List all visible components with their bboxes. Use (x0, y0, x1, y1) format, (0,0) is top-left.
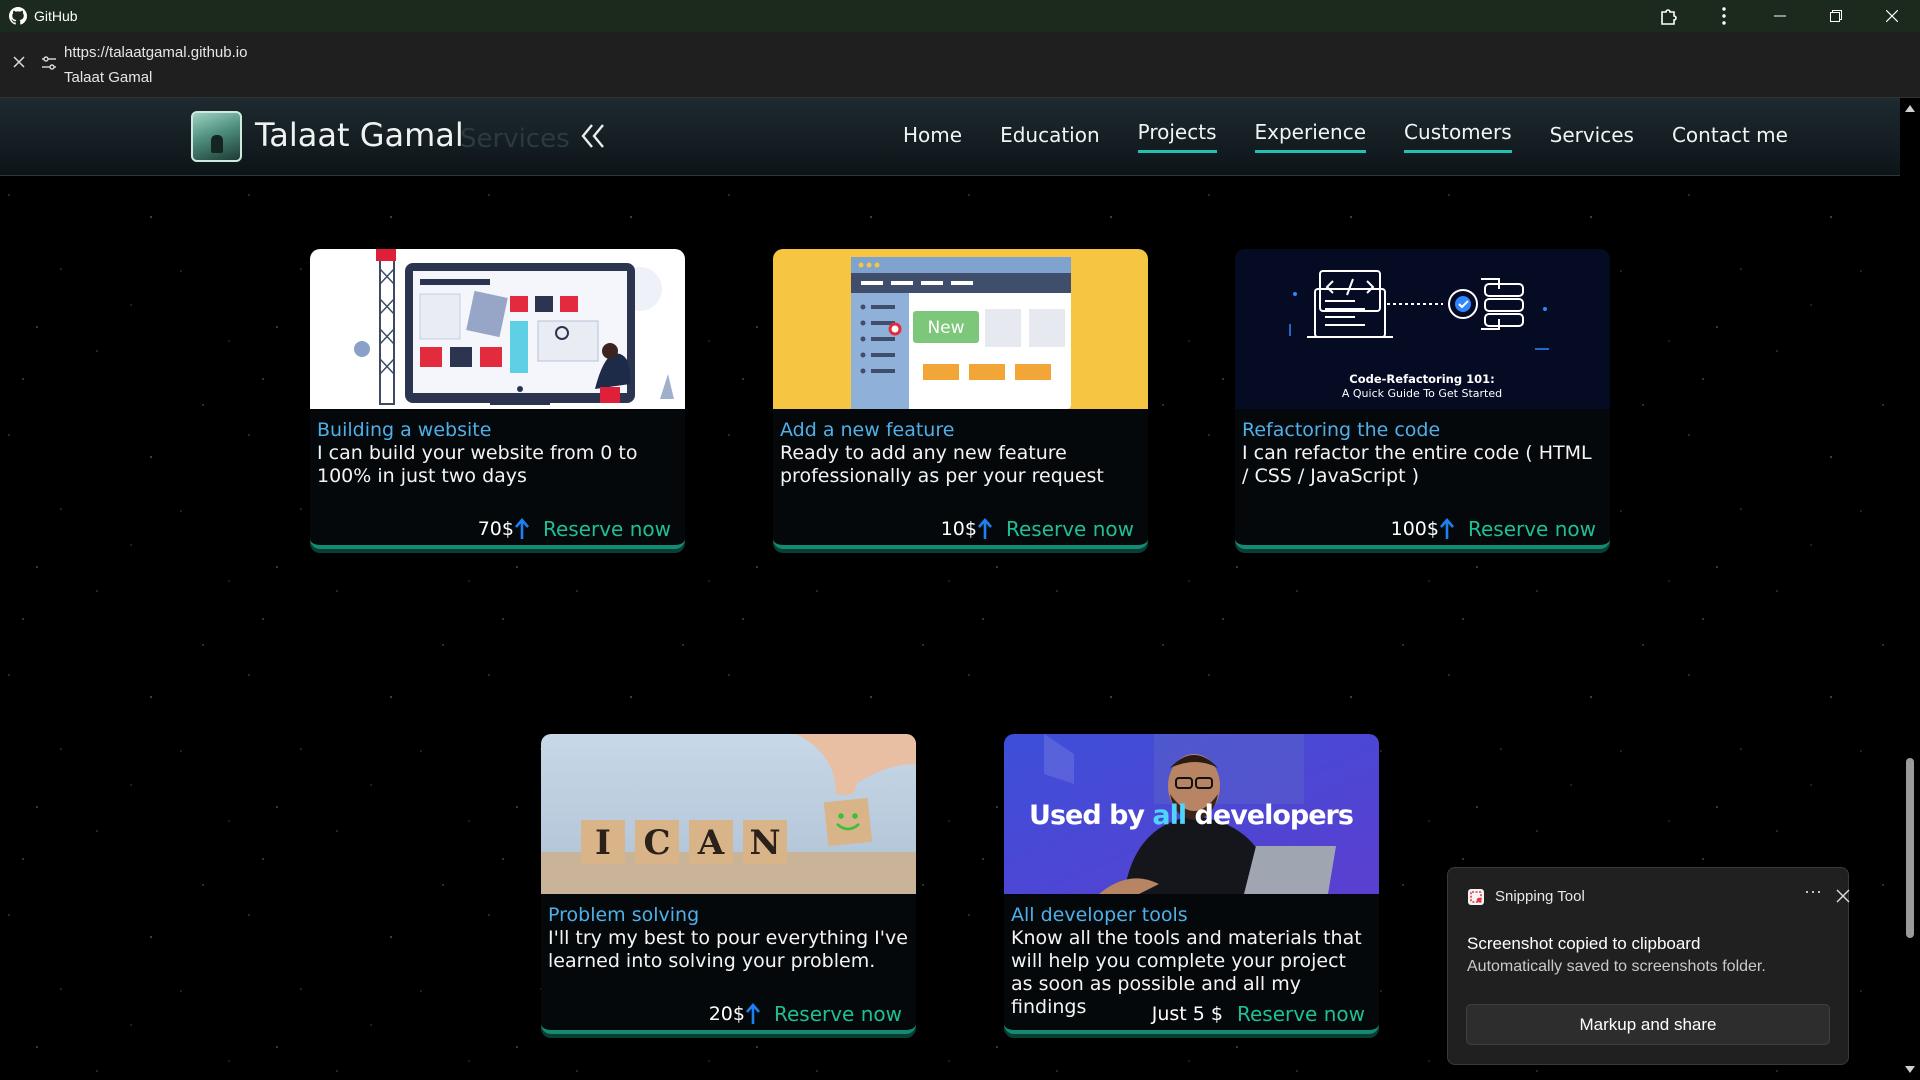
service-card-refactoring: Code-Refactoring 101: A Quick Guide To G… (1235, 249, 1610, 549)
nav-customers[interactable]: Customers (1404, 116, 1512, 153)
markup-and-share-button[interactable]: Markup and share (1466, 1004, 1830, 1045)
window-controls (1640, 0, 1920, 32)
double-chevron-left-icon[interactable] (580, 122, 606, 150)
service-card-developer-tools: Used by all developers All developer too… (1004, 734, 1379, 1034)
puzzle-icon (1661, 9, 1677, 25)
arrow-up-icon (977, 518, 992, 539)
scrollbar-thumb[interactable] (1906, 758, 1914, 938)
photo-caption-part2: developers (1186, 800, 1353, 831)
arrow-up-icon (1439, 518, 1454, 539)
card-title: Problem solving (548, 904, 700, 926)
extensions-button[interactable] (1640, 0, 1696, 32)
app-name: GitHub (34, 8, 78, 24)
more-options-button[interactable] (1696, 0, 1752, 32)
reserve-now-link[interactable]: Reserve now (774, 1002, 902, 1026)
card-footer: 100$ Reserve now (1391, 517, 1596, 541)
avatar[interactable] (191, 111, 242, 162)
card-title: All developer tools (1011, 904, 1188, 926)
block-letter: A (697, 823, 725, 863)
card-description: I'll try my best to pour everything I've… (548, 927, 908, 972)
close-icon[interactable] (11, 54, 27, 70)
card-footer: 20$ Reserve now (709, 1002, 902, 1026)
github-icon (9, 7, 27, 25)
nav-contact[interactable]: Contact me (1672, 119, 1788, 156)
restore-icon (1830, 10, 1842, 22)
main-nav: Home Education Projects Experience Custo… (903, 98, 1826, 176)
photo-caption-part1: Used by (1029, 800, 1152, 831)
close-icon (1886, 10, 1898, 22)
card-title: Refactoring the code (1242, 419, 1441, 441)
nav-home[interactable]: Home (903, 119, 962, 156)
graphic-heading: Code-Refactoring 101: (1349, 372, 1494, 386)
snipping-tool-icon (1468, 889, 1484, 905)
url-text[interactable]: https://talaatgamal.github.io (64, 44, 247, 61)
svg-text:Used by all developers: Used by all developers (1029, 800, 1353, 831)
scroll-up-icon[interactable] (1905, 104, 1915, 112)
new-badge-text: New (927, 318, 964, 338)
restore-button[interactable] (1808, 0, 1864, 32)
nav-education[interactable]: Education (1000, 119, 1100, 156)
window-titlebar: GitHub (0, 0, 1920, 32)
website-builder-illustration (310, 249, 685, 409)
arrow-up-icon (514, 518, 529, 539)
more-options-icon[interactable]: ··· (1804, 881, 1822, 902)
reserve-now-link[interactable]: Reserve now (1468, 517, 1596, 541)
notification-detail: Automatically saved to screenshots folde… (1467, 958, 1766, 975)
card-footer: 10$ Reserve now (941, 517, 1134, 541)
code-refactoring-graphic: Code-Refactoring 101: A Quick Guide To G… (1235, 249, 1610, 409)
minimize-icon (1774, 15, 1786, 17)
reserve-now-link[interactable]: Reserve now (543, 517, 671, 541)
card-title: Add a new feature (780, 419, 955, 441)
notification-app-name: Snipping Tool (1495, 888, 1585, 905)
close-window-button[interactable] (1864, 0, 1920, 32)
card-price: 20$ (708, 1003, 745, 1025)
site-settings-icon[interactable] (40, 54, 58, 72)
close-icon[interactable] (1836, 889, 1850, 903)
reserve-now-link[interactable]: Reserve now (1006, 517, 1134, 541)
service-card-website: Building a website I can build your webs… (310, 249, 685, 549)
nav-projects[interactable]: Projects (1137, 116, 1217, 153)
developer-photo: Used by all developers (1004, 734, 1379, 894)
card-price: 70$ (477, 518, 514, 540)
snipping-tool-notification: Snipping Tool ··· Screenshot copied to c… (1447, 867, 1850, 1065)
service-card-feature: New Add a new feature Ready to add any n… (773, 249, 1148, 549)
nav-experience[interactable]: Experience (1254, 116, 1367, 153)
card-footer: 70$ Reserve now (478, 517, 671, 541)
service-card-problem-solving: I C A N Problem solving I'll try my best… (541, 734, 916, 1034)
site-header: Talaat Gamal Services Home Education Pro… (0, 98, 1900, 176)
card-footer: Just 5 $ Reserve now (1151, 1002, 1365, 1026)
vertical-dots-icon (1722, 7, 1726, 25)
card-price: 100$ (1390, 518, 1439, 540)
card-price: 10$ (940, 518, 977, 540)
brand-name[interactable]: Talaat Gamal (255, 116, 464, 154)
block-letter: C (643, 823, 670, 863)
arrow-up-icon (745, 1003, 760, 1024)
card-price: Just 5 $ (1151, 1003, 1223, 1025)
notification-message: Screenshot copied to clipboard (1467, 934, 1701, 953)
nav-services[interactable]: Services (1550, 119, 1634, 156)
new-feature-illustration: New (773, 249, 1148, 409)
minimize-button[interactable] (1752, 0, 1808, 32)
card-description: I can build your website from 0 to 100% … (317, 442, 638, 487)
block-letter: I (595, 823, 611, 863)
card-description: Ready to add any new feature professiona… (780, 442, 1104, 487)
photo-caption-highlight: all (1152, 800, 1186, 831)
graphic-subheading: A Quick Guide To Get Started (1342, 387, 1502, 400)
scroll-down-icon[interactable] (1905, 1066, 1915, 1074)
section-ghost-label: Services (460, 124, 570, 154)
i-can-blocks-photo: I C A N (541, 734, 916, 894)
address-bar: https://talaatgamal.github.io Talaat Gam… (0, 32, 1920, 98)
card-description: I can refactor the entire code ( HTML / … (1242, 442, 1592, 487)
card-title: Building a website (317, 419, 492, 441)
page-title: Talaat Gamal (64, 69, 153, 86)
page-scrollbar[interactable] (1900, 98, 1920, 1080)
block-letter: N (749, 823, 780, 863)
reserve-now-link[interactable]: Reserve now (1237, 1002, 1365, 1026)
